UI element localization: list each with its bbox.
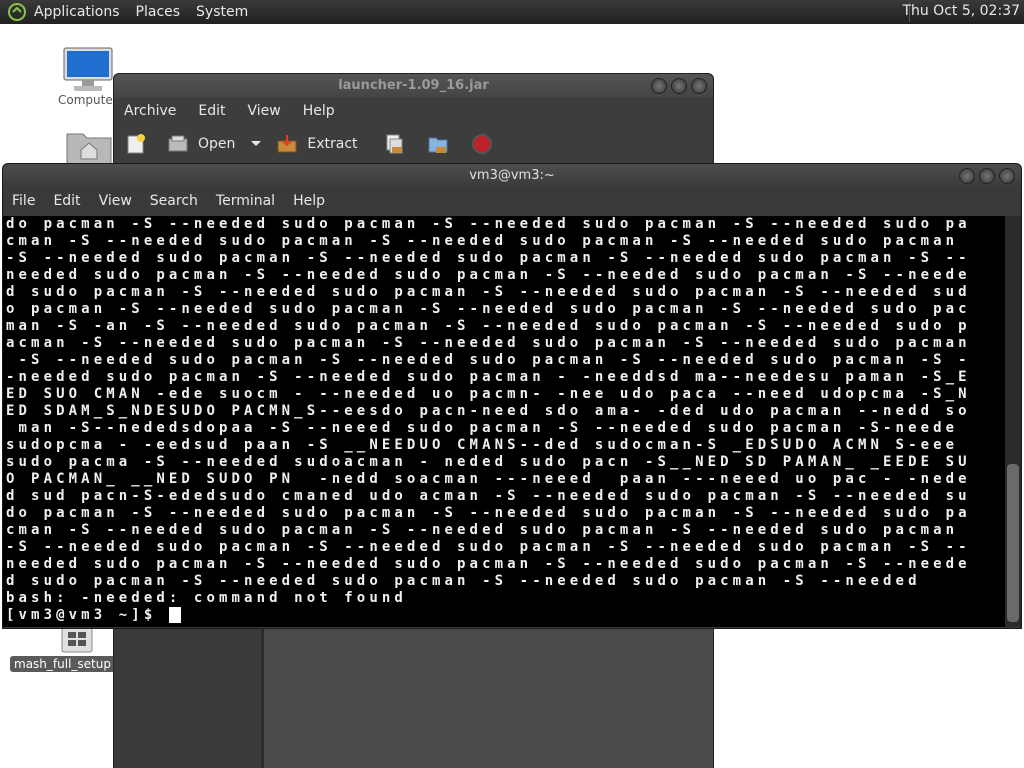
- terminal-line: -S --needed sudo pacman -S --needed sudo…: [6, 539, 971, 555]
- archive-file-area[interactable]: [114, 628, 713, 768]
- extract-icon[interactable]: [275, 132, 299, 156]
- clock[interactable]: Thu Oct 5, 02:37: [902, 3, 1020, 19]
- menu-terminal[interactable]: Terminal: [216, 193, 275, 209]
- terminal-line: man -S -an -S --needed sudo pacman -S --…: [6, 318, 971, 334]
- setup-file-desktop-icon[interactable]: [60, 625, 94, 658]
- menu-help[interactable]: Help: [303, 103, 335, 119]
- terminal-line: man -S--nededsdopaa -S --neeed sudo pacm…: [6, 420, 959, 436]
- terminal-window-title[interactable]: vm3@vm3:~: [3, 164, 1021, 188]
- open-archive-icon[interactable]: [166, 132, 190, 156]
- terminal-window-controls: [959, 168, 1015, 184]
- terminal-window[interactable]: vm3@vm3:~ File Edit View Search Terminal…: [2, 163, 1022, 629]
- terminal-line: d sudo pacman -S --needed sudo pacman -S…: [6, 284, 971, 300]
- extract-button[interactable]: Extract: [307, 136, 357, 152]
- terminal-text: do pacman -S --needed sudo pacman -S --n…: [3, 216, 1007, 624]
- terminal-scrollbar[interactable]: [1005, 216, 1021, 627]
- terminal-menubar: File Edit View Search Terminal Help: [3, 188, 1021, 214]
- menu-search[interactable]: Search: [150, 193, 198, 209]
- close-button[interactable]: [691, 78, 707, 94]
- terminal-line: do pacman -S --needed sudo pacman -S --n…: [6, 505, 971, 521]
- minimize-button[interactable]: [651, 78, 667, 94]
- menu-view[interactable]: View: [248, 103, 281, 119]
- terminal-line: cman -S --needed sudo pacman -S --needed…: [6, 233, 971, 249]
- system-menu[interactable]: System: [196, 4, 248, 20]
- terminal-line: o pacman -S --needed sudo pacman -S --ne…: [6, 301, 971, 317]
- terminal-line: do pacman -S --needed sudo pacman -S --n…: [6, 216, 971, 232]
- terminal-line: sudopcma - -eedsud paan -S __NEEDUO CMAN…: [6, 437, 959, 453]
- text-cursor: [168, 607, 181, 623]
- terminal-line: -S --needed sudo pacman -S --needed sudo…: [6, 250, 971, 266]
- terminal-line: cman -S --needed sudo pacman -S --needed…: [6, 522, 971, 538]
- archive-menubar: Archive Edit View Help: [114, 98, 713, 124]
- distro-logo-icon[interactable]: [6, 1, 28, 23]
- new-archive-icon[interactable]: [124, 132, 148, 156]
- maximize-button[interactable]: [671, 78, 687, 94]
- terminal-output[interactable]: do pacman -S --needed sudo pacman -S --n…: [3, 216, 1007, 627]
- add-files-icon[interactable]: [382, 132, 406, 156]
- menu-view[interactable]: View: [99, 193, 132, 209]
- terminal-line: -needed sudo pacman -S --needed sudo pac…: [6, 369, 971, 385]
- close-button[interactable]: [999, 168, 1015, 184]
- shell-prompt: [vm3@vm3 ~]$: [6, 607, 169, 623]
- menu-file[interactable]: File: [12, 193, 35, 209]
- monitor-icon: [63, 47, 113, 91]
- terminal-line: O PACMAN_ __NED SUDO PN -nedd soacman --…: [6, 471, 971, 487]
- folder-icon: [66, 133, 112, 165]
- maximize-button[interactable]: [979, 168, 995, 184]
- terminal-line: d sudo pacman -S --needed sudo pacman -S…: [6, 573, 921, 589]
- terminal-line: ED SUO CMAN -ede suocm - --needed uo pac…: [6, 386, 971, 402]
- computer-desktop-label[interactable]: Computer: [58, 93, 118, 107]
- archive-window-controls: [651, 78, 707, 94]
- archive-window-title[interactable]: launcher-1.09_16.jar: [114, 74, 713, 98]
- setup-file-label[interactable]: mash_full_setup: [10, 656, 115, 672]
- scrollbar-thumb[interactable]: [1007, 464, 1019, 622]
- terminal-line: sudo pacma -S --needed sudoacman - neded…: [6, 454, 971, 470]
- menu-archive[interactable]: Archive: [124, 103, 176, 119]
- archive-toolbar: Open Extract: [114, 124, 713, 164]
- open-dropdown-icon[interactable]: [249, 132, 263, 156]
- terminal-line: d sud pacn-S-ededsudo cmaned udo acman -…: [6, 488, 971, 504]
- top-panel: Applications Places System Thu Oct 5, 02…: [0, 0, 1024, 24]
- archive-side-pane[interactable]: [114, 628, 264, 768]
- terminal-prompt-line: [vm3@vm3 ~]$: [6, 607, 1007, 624]
- menu-edit[interactable]: Edit: [53, 193, 80, 209]
- applications-menu[interactable]: Applications: [34, 4, 120, 20]
- menu-help[interactable]: Help: [293, 193, 325, 209]
- open-button[interactable]: Open: [198, 136, 235, 152]
- stop-icon[interactable]: [470, 132, 494, 156]
- terminal-line: ED SDAM_S_NDESUDO PACMN_S--eesdo pacn-ne…: [6, 403, 971, 419]
- terminal-line: needed sudo pacman -S --needed sudo pacm…: [6, 267, 971, 283]
- menu-edit[interactable]: Edit: [198, 103, 225, 119]
- terminal-line: bash: -needed: command not found: [6, 590, 407, 606]
- terminal-line: -S --needed sudo pacman -S --needed sudo…: [6, 352, 971, 368]
- computer-desktop-icon[interactable]: [62, 46, 114, 98]
- minimize-button[interactable]: [959, 168, 975, 184]
- add-folder-icon[interactable]: [426, 132, 450, 156]
- home-folder-desktop-icon[interactable]: [66, 128, 112, 168]
- terminal-line: needed sudo pacman -S --needed sudo pacm…: [6, 556, 971, 572]
- script-file-icon: [61, 625, 93, 653]
- places-menu[interactable]: Places: [136, 4, 181, 20]
- terminal-line: acman -S --needed sudo pacman -S --neede…: [6, 335, 971, 351]
